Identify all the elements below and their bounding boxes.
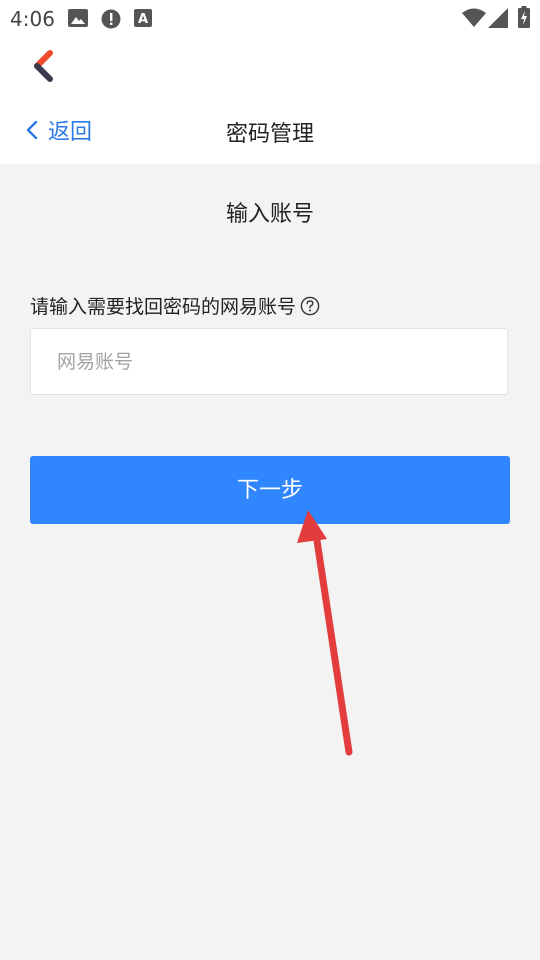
annotation-arrow-icon [297, 510, 353, 756]
